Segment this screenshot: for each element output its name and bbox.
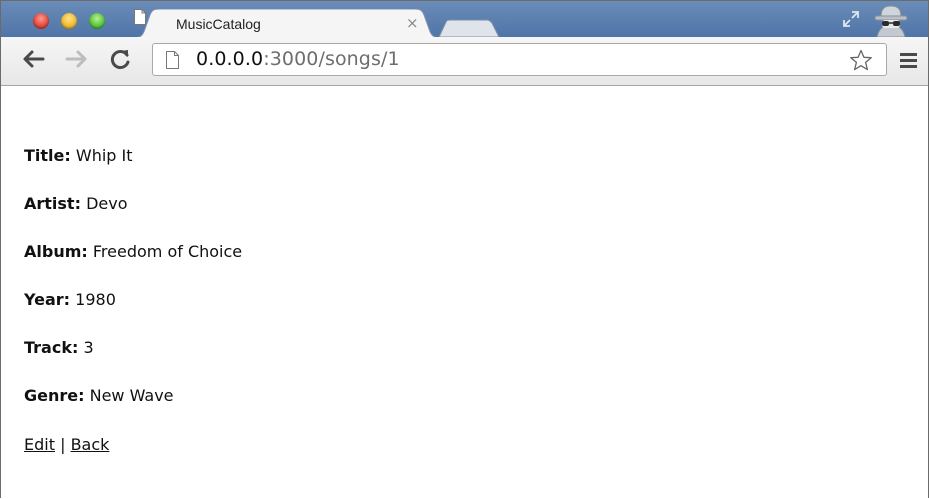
title-label: Title: xyxy=(24,146,71,165)
menu-icon[interactable] xyxy=(900,53,917,68)
artist-value: Devo xyxy=(86,194,128,213)
song-genre-field: Genre: New Wave xyxy=(24,386,174,405)
zoom-window-button[interactable] xyxy=(89,13,105,29)
track-value: 3 xyxy=(83,338,94,357)
genre-label: Genre: xyxy=(24,386,85,405)
fullscreen-icon[interactable] xyxy=(841,9,861,29)
song-artist-field: Artist: Devo xyxy=(24,194,128,213)
address-bar[interactable]: 0.0.0.0:3000/songs/1 xyxy=(152,43,887,76)
url-text: 0.0.0.0:3000/songs/1 xyxy=(196,48,400,70)
back-arrow-icon[interactable] xyxy=(19,47,47,71)
tab-title: MusicCatalog xyxy=(176,16,261,32)
page-icon xyxy=(134,9,146,25)
album-value: Freedom of Choice xyxy=(92,242,243,261)
page-icon xyxy=(166,51,179,69)
toolbar: 0.0.0.0:3000/songs/1 xyxy=(1,37,928,86)
song-title-field: Title: Whip It xyxy=(24,146,133,165)
minimize-window-button[interactable] xyxy=(61,13,77,29)
link-separator: | xyxy=(60,435,66,454)
forward-arrow-icon[interactable] xyxy=(63,47,91,71)
song-track-field: Track: 3 xyxy=(24,338,94,357)
browser-window: MusicCatalog × 0.0.0.0:3000/songs/1 Titl… xyxy=(0,0,929,498)
track-label: Track: xyxy=(24,338,79,357)
incognito-icon xyxy=(874,5,908,37)
year-value: 1980 xyxy=(75,290,116,309)
title-value: Whip It xyxy=(75,146,133,165)
year-label: Year: xyxy=(24,290,71,309)
star-icon[interactable] xyxy=(849,49,873,72)
action-links: Edit | Back xyxy=(24,435,109,454)
song-album-field: Album: Freedom of Choice xyxy=(24,242,242,261)
tab-musiccatalog[interactable]: MusicCatalog × xyxy=(133,9,441,38)
back-link[interactable]: Back xyxy=(71,435,110,454)
new-tab-button[interactable] xyxy=(437,19,501,38)
close-window-button[interactable] xyxy=(33,13,49,29)
song-year-field: Year: 1980 xyxy=(24,290,116,309)
tab-close-icon[interactable]: × xyxy=(406,14,419,32)
reload-icon[interactable] xyxy=(107,47,133,71)
title-bar: MusicCatalog × xyxy=(1,1,928,38)
album-label: Album: xyxy=(24,242,88,261)
genre-value: New Wave xyxy=(89,386,174,405)
edit-link[interactable]: Edit xyxy=(24,435,55,454)
artist-label: Artist: xyxy=(24,194,81,213)
